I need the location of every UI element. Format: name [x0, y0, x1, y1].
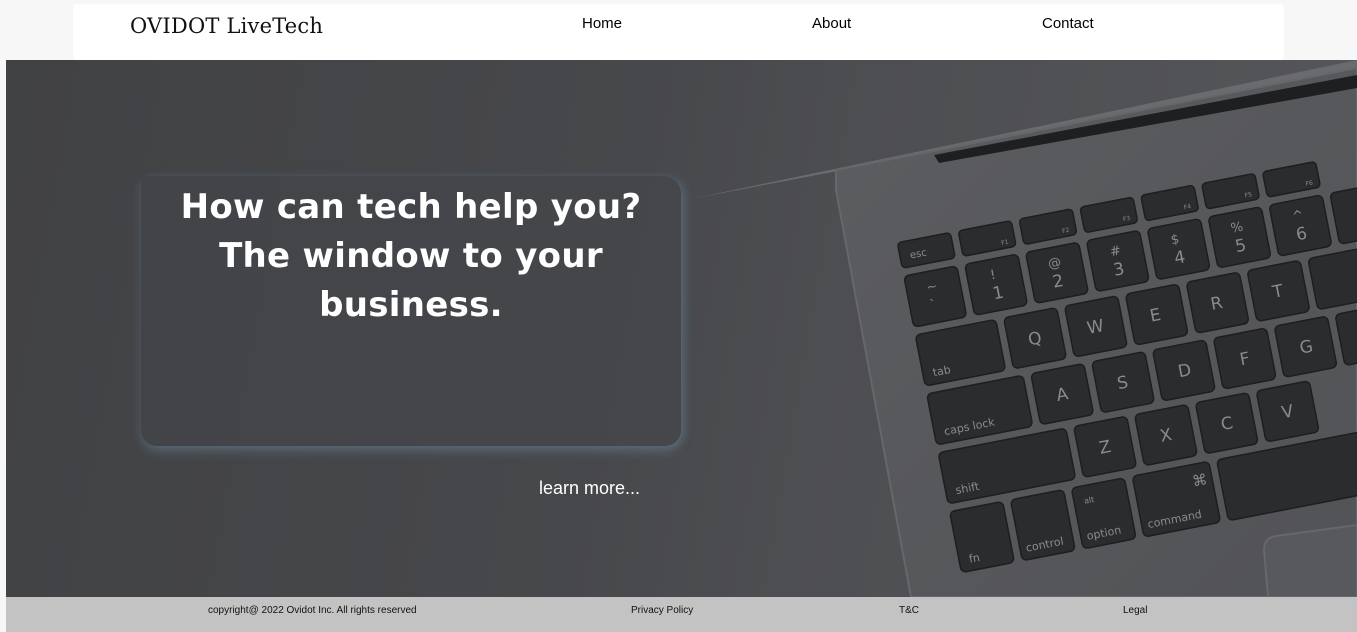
- legal-link[interactable]: Legal: [1123, 605, 1147, 616]
- terms-link[interactable]: T&C: [899, 605, 919, 616]
- nav-contact-link[interactable]: Contact: [1042, 15, 1094, 32]
- hero-section: esc F1 F2 F3 F4 F5 F6 ~ ` ! 1 @ 2 # 3 $ …: [6, 60, 1357, 597]
- svg-text:alt: alt: [1083, 495, 1095, 506]
- svg-text:F6: F6: [1305, 179, 1314, 187]
- trackpad: [1262, 523, 1357, 597]
- nav-about-link[interactable]: About: [812, 15, 851, 32]
- learn-more-link[interactable]: learn more...: [539, 478, 640, 499]
- privacy-policy-link[interactable]: Privacy Policy: [631, 605, 693, 616]
- copyright-text: copyright@ 2022 Ovidot Inc. All rights r…: [208, 605, 417, 616]
- brand-logo[interactable]: OVIDOT LiveTech: [130, 14, 323, 38]
- headline-line-1: How can tech help you?: [180, 187, 642, 227]
- site-header: OVIDOT LiveTech Home About Contact: [73, 4, 1284, 60]
- headline-line-2: The window to your business.: [219, 236, 603, 325]
- site-footer: copyright@ 2022 Ovidot Inc. All rights r…: [6, 597, 1357, 632]
- svg-text:F5: F5: [1244, 191, 1253, 199]
- svg-text:F2: F2: [1062, 227, 1071, 235]
- svg-text:F1: F1: [1001, 239, 1010, 247]
- hero-headline: How can tech help you? The window to you…: [141, 183, 681, 330]
- svg-text:F4: F4: [1183, 203, 1192, 211]
- svg-text:F3: F3: [1122, 215, 1131, 223]
- nav-home-link[interactable]: Home: [582, 15, 622, 32]
